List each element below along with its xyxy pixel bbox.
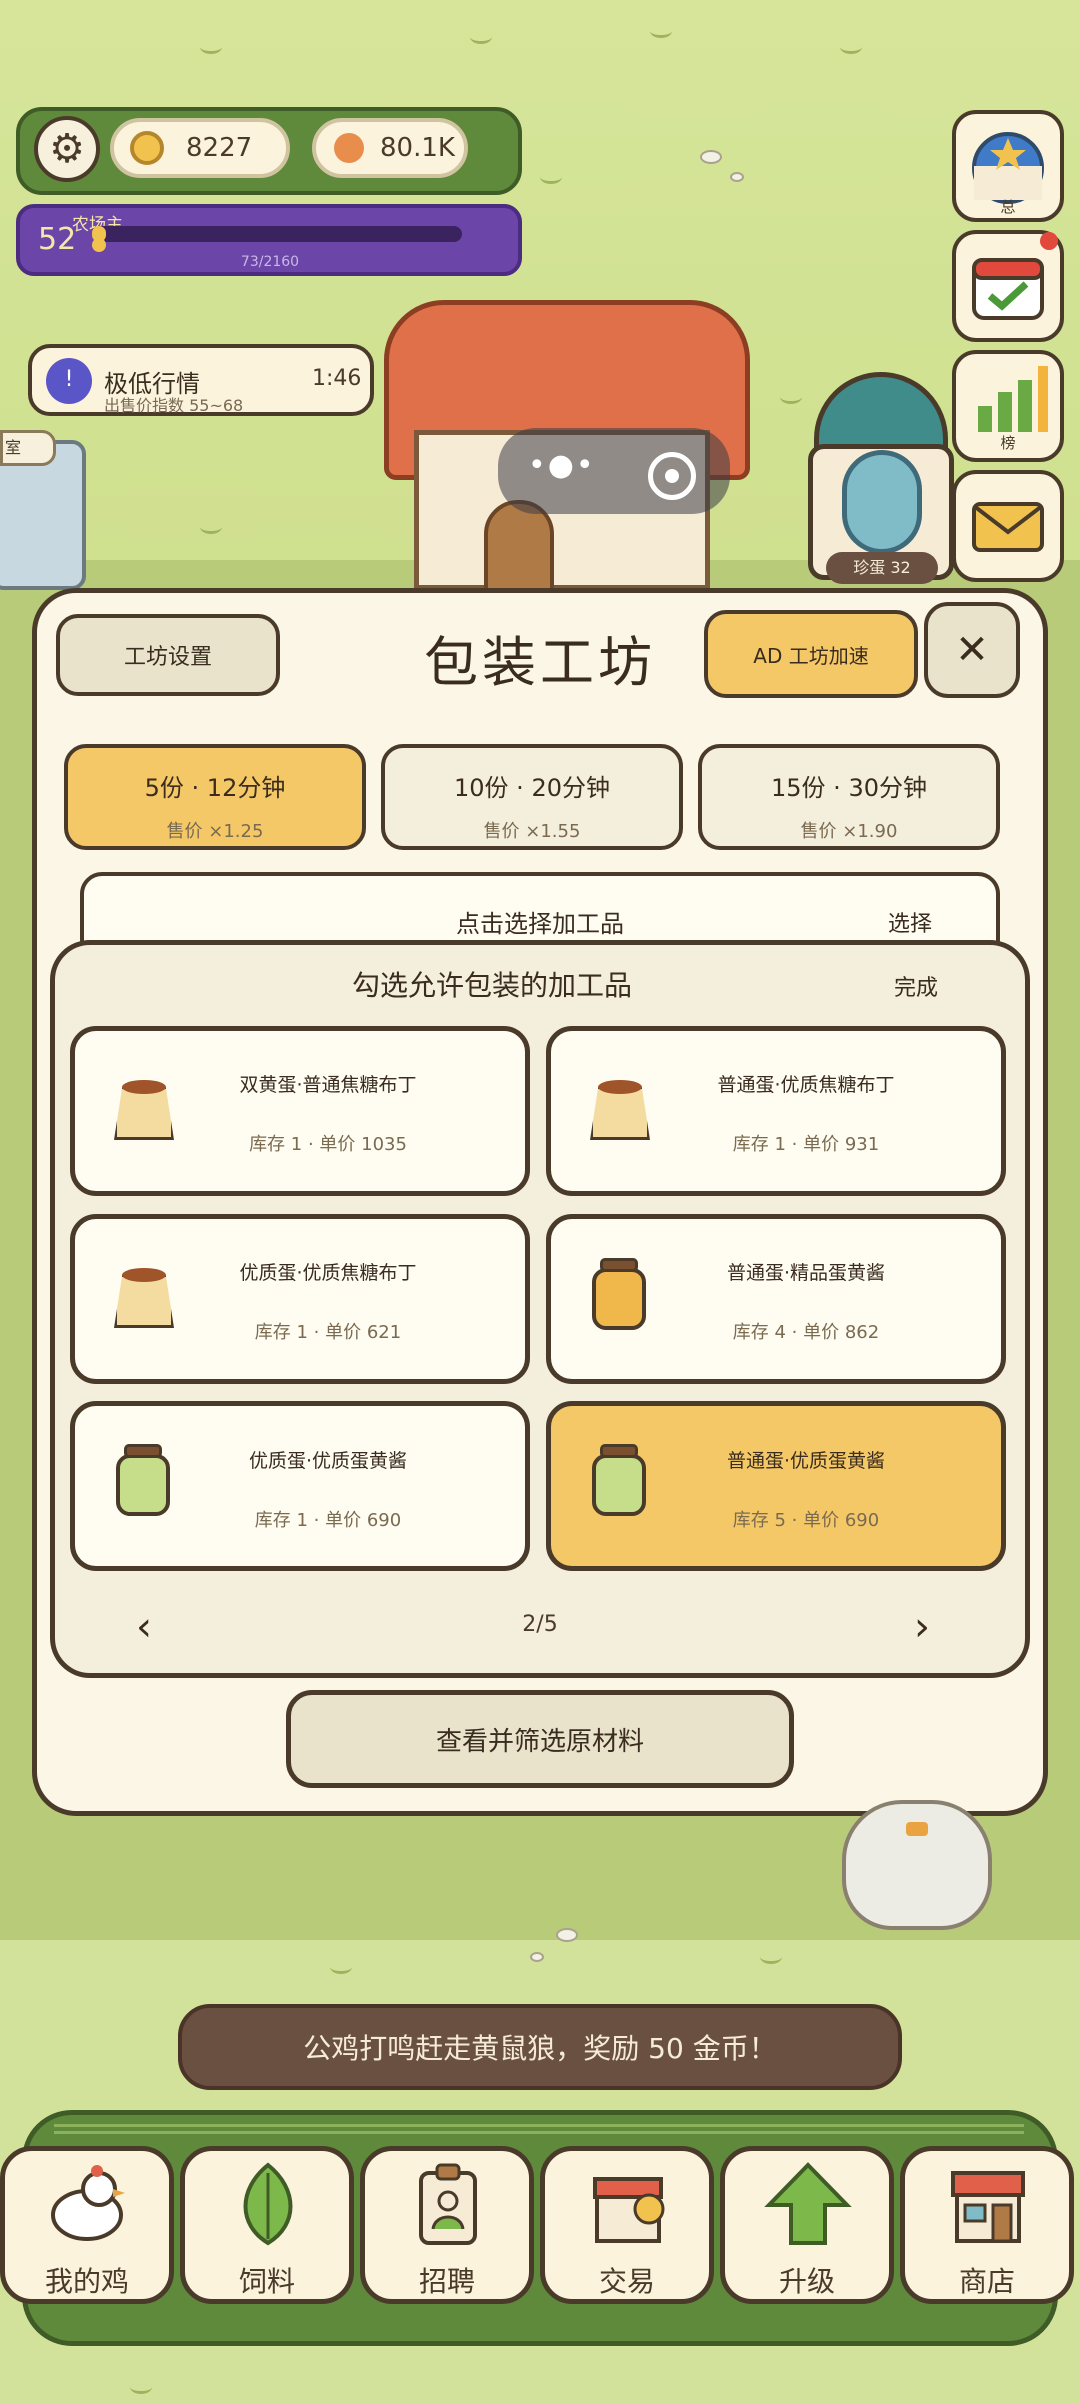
page-indicator: 2/5: [522, 1612, 558, 1637]
product-meta: 库存 1 · 单价 931: [732, 1134, 880, 1155]
workshop-settings-button[interactable]: 工坊设置: [56, 614, 280, 696]
product-meta: 库存 1 · 单价 621: [254, 1322, 402, 1343]
pebble: [730, 172, 744, 182]
picker-title: 勾选允许包装的加工品: [351, 969, 632, 1002]
xp-track: [92, 226, 462, 242]
bar-chart-icon: [978, 366, 1048, 432]
chicken-beak: [906, 1822, 928, 1836]
batch-option-main: 5份 · 12分钟: [144, 774, 286, 802]
pebble: [700, 150, 722, 164]
nav-label: 商店: [958, 2265, 1015, 2298]
arrow-up-icon: [764, 2162, 852, 2245]
batch-option-price: 售价 ×1.55: [483, 821, 581, 842]
calendar-check-icon: [972, 258, 1044, 320]
more-dots-icon: •●•: [528, 448, 596, 483]
chicken-sprite[interactable]: [842, 1800, 992, 1930]
batch-option-price: 售价 ×1.90: [800, 821, 898, 842]
product-name: 普通蛋·优质焦糖布丁: [717, 1074, 895, 1096]
grass-tuft: [470, 30, 492, 44]
pebble: [556, 1928, 578, 1942]
notification-dot: [1040, 232, 1058, 250]
prev-page-button[interactable]: ‹: [136, 1604, 152, 1650]
batch-option-main: 15份 · 30分钟: [771, 774, 927, 802]
nav-label: 饲料: [238, 2265, 295, 2298]
player-level: 52: [38, 222, 77, 257]
coin-amount: 8227: [186, 133, 253, 163]
nav-label: 交易: [598, 2265, 655, 2298]
grass-tuft: [540, 170, 562, 184]
gem-amount: 80.1K: [380, 133, 455, 163]
rare-egg-label: 珍蛋 32: [826, 552, 938, 584]
gear-icon: ⚙: [49, 126, 85, 172]
nav-decor-strip: [54, 2124, 1024, 2134]
settings-button[interactable]: ⚙: [34, 116, 100, 182]
coin-counter: 8227: [110, 118, 290, 178]
grass-tuft: [840, 40, 862, 54]
product-name: 双黄蛋·普通焦糖布丁: [239, 1074, 417, 1096]
batch-option-price: 售价 ×1.25: [166, 821, 264, 842]
grass-tuft: [330, 1960, 352, 1974]
globe-badge-label: 总: [1000, 198, 1016, 216]
next-page-button[interactable]: ›: [914, 1604, 930, 1650]
batch-option-15[interactable]: 15份 · 30分钟 售价 ×1.90: [698, 744, 1000, 850]
grass-tuft: [780, 390, 802, 404]
badge-icon: [419, 2163, 477, 2245]
batch-option-main: 10份 · 20分钟: [454, 774, 610, 802]
product-name: 普通蛋·优质蛋黄酱: [726, 1450, 886, 1472]
product-name: 优质蛋·优质焦糖布丁: [239, 1262, 417, 1284]
chicken-icon: [51, 2165, 125, 2241]
select-button[interactable]: 选择: [888, 906, 932, 938]
mail-button[interactable]: [952, 470, 1064, 582]
grass-tuft: [130, 2380, 152, 2394]
gem-counter: 80.1K: [312, 118, 468, 178]
envelope-icon: [972, 502, 1044, 552]
product-meta: 库存 4 · 单价 862: [732, 1322, 880, 1343]
ad-boost-button[interactable]: AD 工坊加速: [704, 610, 918, 698]
leaderboard-label: 榜: [1000, 434, 1016, 452]
nav-label: 招聘: [418, 2265, 475, 2298]
product-name: 普通蛋·精品蛋黄酱: [726, 1262, 886, 1284]
batch-option-5[interactable]: 5份 · 12分钟 售价 ×1.25: [64, 744, 366, 850]
done-button[interactable]: 完成: [894, 970, 938, 1002]
shop-coin-icon: [593, 2177, 665, 2243]
coin-icon: [130, 131, 164, 165]
target-center: [665, 469, 679, 483]
close-button[interactable]: ✕: [924, 602, 1020, 698]
exclamation-icon: !: [46, 358, 92, 404]
product-name: 优质蛋·优质蛋黄酱: [248, 1450, 408, 1472]
pebble: [530, 1952, 544, 1962]
select-product-prompt: 点击选择加工品: [456, 910, 624, 938]
nav-label: 我的鸡: [44, 2265, 129, 2298]
xp-marker: [92, 238, 106, 252]
market-subtitle: 出售价指数 55~68: [104, 396, 244, 415]
product-meta: 库存 1 · 单价 1035: [249, 1134, 407, 1155]
market-timer: 1:46: [312, 366, 362, 391]
product-meta: 库存 1 · 单价 690: [254, 1510, 402, 1531]
grass-tuft: [200, 520, 222, 534]
leaf-icon: [243, 2162, 293, 2246]
product-meta: 库存 5 · 单价 690: [732, 1510, 880, 1531]
xp-text: 73/2160: [240, 254, 300, 270]
filter-materials-button[interactable]: 查看并筛选原材料: [286, 1690, 794, 1788]
left-building-tag: 室: [0, 430, 56, 466]
grass-tuft: [650, 24, 672, 38]
nav-label: 升级: [778, 2265, 835, 2298]
close-icon: ✕: [955, 627, 989, 673]
batch-option-10[interactable]: 10份 · 20分钟 售价 ×1.55: [381, 744, 683, 850]
grass-tuft: [760, 1950, 782, 1964]
grass-tuft: [200, 40, 222, 54]
reward-toast: 公鸡打鸣赶走黄鼠狼，奖励 50 金币！: [178, 2004, 902, 2090]
orange-gem-icon: [334, 133, 364, 163]
clock-face-icon: [842, 450, 922, 554]
store-icon: [951, 2171, 1025, 2243]
